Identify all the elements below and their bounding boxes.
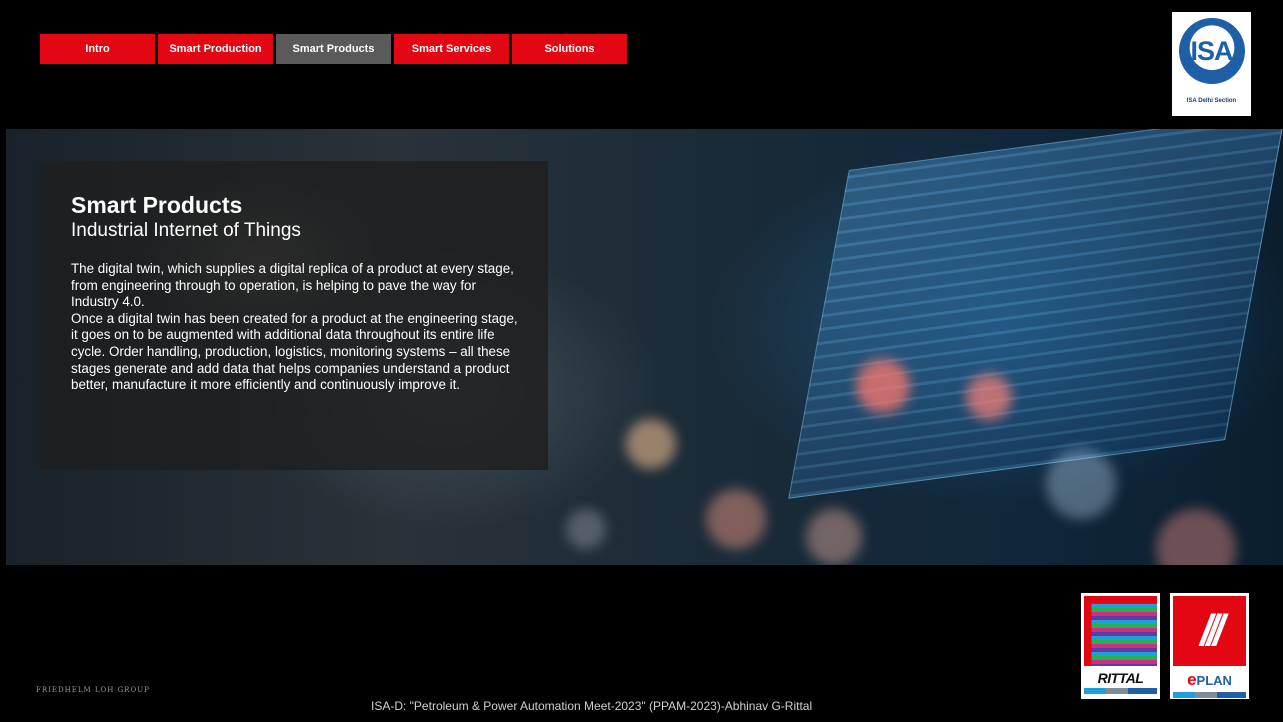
nav-tabs: Intro Smart Production Smart Products Sm… [40,34,627,64]
page-subtitle: Industrial Internet of Things [71,220,301,241]
tab-smart-production[interactable]: Smart Production [158,34,273,64]
page-title: Smart Products [71,192,243,218]
rittal-wordmark: RITTAL [1097,670,1144,686]
holographic-screen [788,129,1283,499]
slide: Intro Smart Production Smart Products Sm… [6,6,1283,722]
eplan-logo: /// ePLAN [1170,593,1249,699]
bokeh-light [806,509,862,565]
content-panel: Smart Products Industrial Internet of Th… [39,161,548,470]
bokeh-light [706,489,766,549]
body-text: The digital twin, which supplies a digit… [71,261,520,394]
isa-logo: ISA ISA Delhi Section [1172,12,1251,116]
bokeh-light [626,419,676,469]
bokeh-light [1156,509,1236,565]
tab-smart-products[interactable]: Smart Products [276,34,391,64]
rittal-logo: RITTAL [1081,593,1160,699]
isa-logo-text: ISA [1190,35,1233,66]
tab-smart-services[interactable]: Smart Services [394,34,509,64]
eplan-wordmark-e: e [1187,670,1197,689]
eplan-wordmark: ePLAN [1173,670,1246,690]
rittal-emblem [1084,596,1157,666]
tab-solutions[interactable]: Solutions [512,34,627,64]
bokeh-light [856,359,910,413]
bokeh-light [566,509,606,549]
isa-caption: ISA Delhi Section [1186,98,1237,104]
isa-emblem: ISA [1178,18,1245,84]
eplan-emblem: /// [1173,596,1246,666]
footer-group-name: FRIEDHELM LOH GROUP [36,686,150,694]
eplan-wordmark-rest: PLAN [1196,673,1232,688]
footer-caption: ISA-D: "Petroleum & Power Automation Mee… [371,699,813,713]
body-paragraph-1: The digital twin, which supplies a digit… [71,261,514,310]
bokeh-light [1046,449,1116,519]
bokeh-light [966,374,1012,420]
rittal-color-bar [1084,688,1157,694]
eplan-color-bar [1173,692,1246,698]
tab-intro[interactable]: Intro [40,34,155,64]
body-paragraph-2: Once a digital twin has been created for… [71,310,518,393]
